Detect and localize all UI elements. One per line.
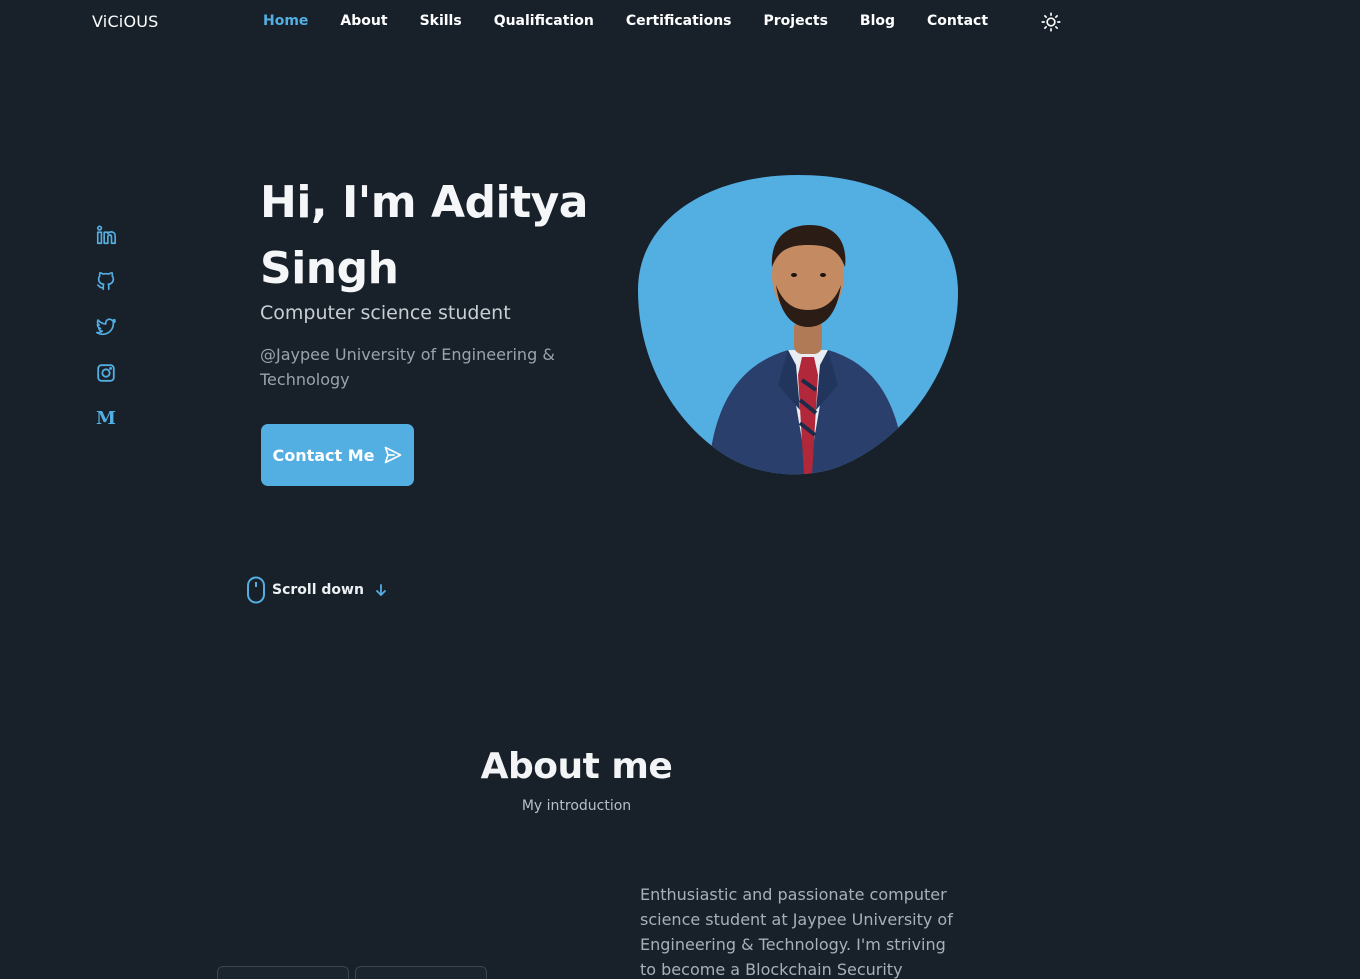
twitter-icon[interactable] (95, 316, 117, 338)
about-info-card (217, 966, 349, 979)
instagram-icon[interactable] (95, 362, 117, 384)
hero-title: Hi, I'm Aditya Singh (260, 177, 588, 294)
main-nav: Home About Skills Qualification Certific… (263, 13, 1020, 29)
nav-home[interactable]: Home (263, 13, 308, 29)
nav-qualification[interactable]: Qualification (494, 13, 594, 29)
medium-icon[interactable]: M (95, 408, 117, 430)
contact-me-button[interactable]: Contact Me (261, 424, 414, 486)
site-logo[interactable]: ViCiOUS (92, 12, 159, 31)
hero-description: @Jaypee University of Engineering & Tech… (260, 345, 555, 389)
scroll-down-label: Scroll down (272, 582, 364, 598)
nav-contact[interactable]: Contact (927, 13, 988, 29)
scroll-down-link[interactable]: Scroll down (246, 576, 388, 604)
sun-icon[interactable] (1040, 11, 1062, 33)
nav-about[interactable]: About (340, 13, 387, 29)
about-info-card (355, 966, 487, 979)
nav-skills[interactable]: Skills (420, 13, 462, 29)
send-icon (384, 446, 401, 464)
about-description: Enthusiastic and passionate computer sci… (640, 885, 953, 979)
nav-certifications[interactable]: Certifications (626, 13, 732, 29)
nav-blog[interactable]: Blog (860, 13, 895, 29)
about-subtitle: My introduction (521, 798, 632, 814)
nav-projects[interactable]: Projects (764, 13, 828, 29)
linkedin-icon[interactable] (95, 224, 117, 246)
mouse-icon (247, 576, 265, 604)
social-links: M (95, 224, 119, 454)
arrow-down-icon (376, 584, 386, 596)
hero-subtitle: Computer science student (260, 302, 511, 324)
profile-photo (638, 175, 958, 475)
contact-me-label: Contact Me (272, 445, 375, 465)
about-title: About me (480, 746, 673, 787)
github-icon[interactable] (95, 270, 117, 292)
portfolio-page: ViCiOUS Home About Skills Qualification … (0, 0, 1360, 979)
